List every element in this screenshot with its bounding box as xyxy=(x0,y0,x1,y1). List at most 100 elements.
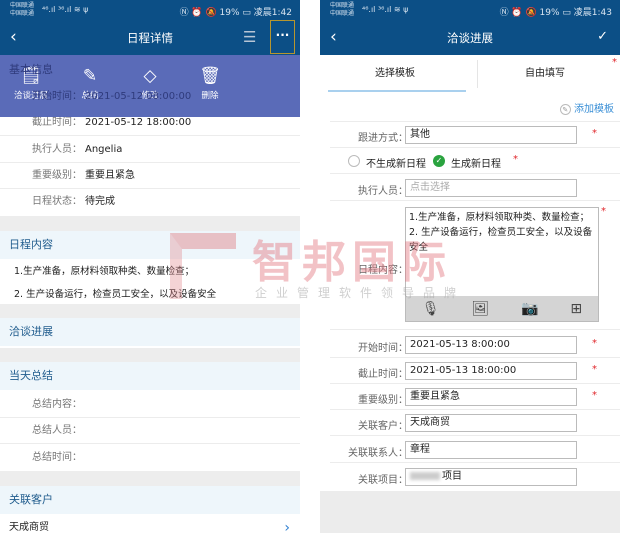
popup-label: 总结 xyxy=(81,91,99,101)
tab-bar: 选择模板 自由填写 * xyxy=(320,55,620,93)
field-row: 总结内容： xyxy=(0,392,300,418)
image-icon[interactable]: 🖼 xyxy=(472,301,490,317)
popup-edit[interactable]: ◇ 修改 xyxy=(127,65,173,101)
add-template-button[interactable]: ✎ 添加模板 xyxy=(559,100,614,115)
status-bar: 中国联通 中国联通 ⁴⁶.ıl ³⁶.ıl ≋ ψ Ⓝ ⏰ 🔕 19% ▭ 凌晨1… xyxy=(320,0,620,20)
field-label: 重要级别： xyxy=(32,170,82,181)
field-label: 总结时间： xyxy=(32,452,82,463)
more-button[interactable]: ··· xyxy=(270,20,295,54)
bottom-area xyxy=(320,491,620,533)
radio-label: 不生成新日程 xyxy=(366,159,426,170)
field-label: 日程内容： xyxy=(358,265,408,276)
attachment-toolbar: 🎙 🖼 📷 ⊞ xyxy=(406,296,598,321)
start-time-row: 开始时间： 2021-05-13 8:00:00 * xyxy=(330,332,620,358)
chevron-right-icon: › xyxy=(284,520,290,533)
field-row: 重要级别： 重要且紧急 xyxy=(0,163,300,189)
popup-progress[interactable]: 🗒 洽谈进展 xyxy=(8,65,54,101)
field-value: 待完成 xyxy=(85,196,115,207)
confirm-check-icon[interactable]: ✓ xyxy=(597,29,608,44)
popup-delete[interactable]: 🗑 删除 xyxy=(187,65,233,101)
required-star: * xyxy=(592,338,597,349)
project-input[interactable]: 项目 xyxy=(405,468,577,486)
status-right: Ⓝ ⏰ 🔕 19% ▭ 凌晨1:42 xyxy=(179,8,292,18)
carrier-1: 中国联通 xyxy=(330,2,355,9)
priority-input[interactable]: 重要且紧急 xyxy=(405,388,577,406)
progress-header[interactable]: 洽谈进展 xyxy=(0,318,300,346)
field-label: 总结人员： xyxy=(32,425,82,436)
field-label: 重要级别： xyxy=(358,395,408,406)
followup-input[interactable]: 其他 xyxy=(405,126,577,144)
radio-label: 生成新日程 xyxy=(451,159,501,170)
app-header: ‹ 日程详情 ☰ ··· xyxy=(0,20,300,55)
popup-label: 洽谈进展 xyxy=(13,91,48,101)
camera-icon[interactable]: 📷 xyxy=(521,301,538,317)
field-label: 日程状态： xyxy=(32,196,82,207)
priority-row: 重要级别： 重要且紧急 * xyxy=(330,384,620,410)
executor-input[interactable]: 点击选择 xyxy=(405,179,577,197)
list-menu-icon[interactable]: ☰ xyxy=(243,28,256,46)
status-bar: 中国联通 中国联通 ⁴⁶.ıl ³⁶.ıl ≋ ψ Ⓝ ⏰ 🔕 19% ▭ 凌晨1… xyxy=(0,0,300,20)
customer-row: 关联客户： 天成商贸 xyxy=(330,410,620,436)
project-value: 项目 xyxy=(442,471,462,482)
content-line: 2. 生产设备运行，检查员工安全，以及设备安全 xyxy=(14,289,217,300)
field-label: 总结内容： xyxy=(32,399,82,410)
customer-input[interactable]: 天成商贸 xyxy=(405,414,577,432)
field-row: 总结人员： xyxy=(0,418,300,444)
popup-summary[interactable]: ✎ 总结 xyxy=(67,65,113,101)
signal-icons: ⁴⁶.ıl ³⁶.ıl ≋ ψ xyxy=(362,5,409,14)
field-label: 开始时间： xyxy=(358,343,408,354)
microphone-icon[interactable]: 🎙 xyxy=(422,301,440,317)
popup-label: 删除 xyxy=(201,91,219,101)
divider xyxy=(0,304,300,318)
content-textarea[interactable]: 1.生产准备，原材料领取种类、数量检查； 2. 生产设备运行，检查员工安全，以及设… xyxy=(405,207,599,322)
pencil-circle-icon: ✎ xyxy=(559,104,571,115)
field-row: 总结时间： xyxy=(0,445,300,471)
contact-input[interactable]: 章程 xyxy=(405,441,577,459)
followup-row: 跟进方式： 其他 * xyxy=(330,122,620,148)
radio-no-new-schedule[interactable] xyxy=(348,155,360,167)
progress-screen: 中国联通 中国联通 ⁴⁶.ıl ³⁶.ıl ≋ ψ Ⓝ ⏰ 🔕 19% ▭ 凌晨1… xyxy=(320,0,620,533)
start-time-input[interactable]: 2021-05-13 8:00:00 xyxy=(405,336,577,354)
field-row: 日程状态： 待完成 xyxy=(0,189,300,215)
field-label: 关联联系人： xyxy=(348,448,408,459)
divider xyxy=(0,471,300,486)
field-row: 执行人员： Angelia xyxy=(0,137,300,163)
required-star: * xyxy=(592,390,597,401)
required-star: * xyxy=(601,206,606,217)
content-line: 1.生产准备，原材料领取种类、数量检查； xyxy=(409,212,590,223)
required-star: * xyxy=(612,57,617,68)
customer-name: 天成商贸 xyxy=(9,522,49,533)
project-row: 关联项目： 项目 xyxy=(330,464,620,490)
contact-row: 关联联系人： 章程 xyxy=(330,437,620,463)
status-right: Ⓝ ⏰ 🔕 19% ▭ 凌晨1:43 xyxy=(499,8,612,18)
customer-link[interactable]: 天成商贸 › xyxy=(0,515,300,533)
required-star: * xyxy=(513,154,518,165)
radio-new-schedule-checked[interactable]: ✓ xyxy=(433,155,445,167)
content-line: 2. 生产设备运行，检查员工安全，以及设备安全 xyxy=(409,227,593,253)
end-time-row: 截止时间： 2021-05-13 18:00:00 * xyxy=(330,358,620,384)
field-label: 关联客户： xyxy=(358,421,408,432)
field-label: 截止时间： xyxy=(358,369,408,380)
divider xyxy=(0,348,300,362)
popup-label: 修改 xyxy=(141,91,159,101)
add-file-icon[interactable]: ⊞ xyxy=(570,301,582,317)
carrier-2: 中国联通 xyxy=(330,10,355,17)
required-star: * xyxy=(592,364,597,375)
trash-icon: 🗑 xyxy=(199,66,221,86)
summary-header: 当天总结 xyxy=(0,362,300,390)
notes-icon: 🗒 xyxy=(20,66,42,86)
page-title: 洽谈进展 xyxy=(447,31,493,45)
field-label: 执行人员： xyxy=(32,144,82,155)
app-header: ‹ 洽谈进展 ✓ xyxy=(320,20,620,55)
tab-select-template[interactable]: 选择模板 xyxy=(320,55,470,93)
field-value: Angelia xyxy=(85,144,123,155)
customer-header: 关联客户 xyxy=(0,486,300,514)
required-star: * xyxy=(592,128,597,139)
new-schedule-row: 不生成新日程 ✓ 生成新日程 * xyxy=(330,148,620,174)
end-time-input[interactable]: 2021-05-13 18:00:00 xyxy=(405,362,577,380)
carrier-2: 中国联通 xyxy=(10,10,35,17)
divider xyxy=(0,216,300,231)
tab-free-fill[interactable]: 自由填写 xyxy=(470,55,620,93)
content-header: 日程内容 xyxy=(0,231,300,259)
field-value: 重要且紧急 xyxy=(85,170,135,181)
